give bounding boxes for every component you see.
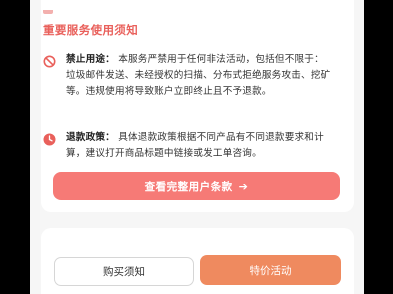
card-top-edge <box>43 10 53 14</box>
prohibited-use-label: 禁止用途： <box>66 54 115 65</box>
view-full-terms-label: 查看完整用户条款 <box>144 180 233 193</box>
prohibited-use-text: 禁止用途： 本服务严禁用于任何非法活动，包括但不限于：垃圾邮件发送、未经授权的扫… <box>66 52 333 100</box>
arrow-right-icon: ➔ <box>238 179 249 193</box>
purchase-notice-label: 购买须知 <box>103 266 145 278</box>
special-offer-label: 特价活动 <box>249 264 292 277</box>
clock-icon <box>43 131 56 146</box>
view-full-terms-button[interactable]: 查看完整用户条款 ➔ <box>53 172 340 200</box>
special-offer-button[interactable]: 特价活动 <box>200 255 341 285</box>
notice-title: 重要服务使用须知 <box>43 23 139 37</box>
refund-policy-text: 退款政策： 具体退款政策根据不同产品有不同退款要求和计算，建议打开商品标题中链接… <box>66 130 333 162</box>
refund-policy-label: 退款政策： <box>66 132 115 143</box>
refund-policy-item: 退款政策： 具体退款政策根据不同产品有不同退款要求和计算，建议打开商品标题中链接… <box>43 130 333 166</box>
purchase-notice-button[interactable]: 购买须知 <box>54 257 194 286</box>
prohibited-use-item: 禁止用途： 本服务严禁用于任何非法活动，包括但不限于：垃圾邮件发送、未经授权的扫… <box>43 52 333 122</box>
app-screen: 重要服务使用须知 禁止用途： 本服务严禁用于任何非法活动，包括但不限于：垃圾邮件… <box>30 0 364 294</box>
ban-icon <box>43 53 56 68</box>
